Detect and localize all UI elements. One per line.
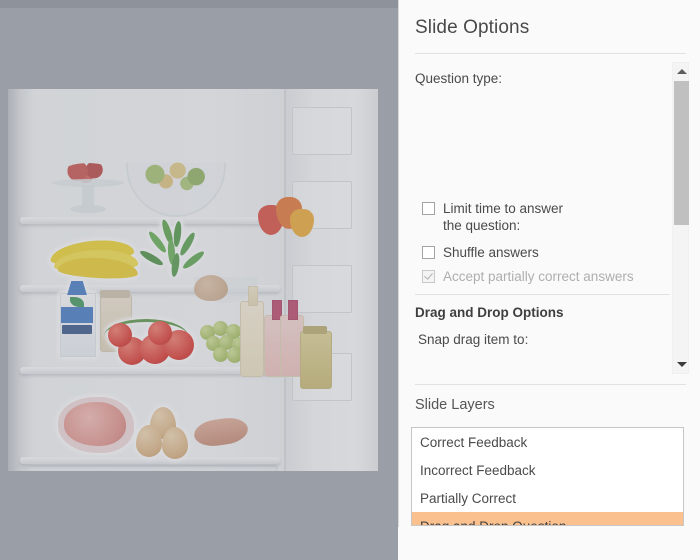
section-divider: [415, 294, 670, 295]
bottles-in-door-bin: [240, 285, 304, 377]
layer-label: Correct Feedback: [420, 434, 528, 450]
slide-layers-list[interactable]: Correct Feedback Incorrect Feedback Part…: [411, 427, 684, 526]
accept-partial-checkbox: [422, 270, 435, 283]
app-window: Slide Options Question type: Graded Feed…: [0, 0, 700, 560]
pickle-jar: [300, 326, 332, 389]
limit-time-checkbox-row[interactable]: Limit time to answer the question:: [422, 200, 572, 234]
slide-image[interactable]: [8, 89, 378, 471]
snap-drag-label-row: Snap drag item to:: [418, 332, 528, 347]
scroll-down-arrow-icon[interactable]: [673, 356, 690, 373]
list-item[interactable]: Incorrect Feedback: [412, 456, 683, 484]
drag-item-milk-carton[interactable]: [60, 281, 96, 357]
drag-item-eggs[interactable]: [136, 407, 198, 459]
accept-partial-checkbox-row: Accept partially correct answers: [422, 268, 634, 285]
snap-drag-label: Snap drag item to:: [418, 332, 529, 347]
question-type-label-row: Question type:: [415, 71, 502, 86]
fridge-shelf: [20, 457, 280, 464]
crisper-drawer: [24, 465, 278, 471]
refrigerator-photo: [8, 89, 378, 471]
list-item[interactable]: Correct Feedback: [412, 428, 683, 456]
shuffle-answers-checkbox[interactable]: [422, 246, 435, 259]
scroll-up-arrow-icon[interactable]: [673, 63, 690, 80]
panel-divider-top: [415, 53, 686, 54]
shuffle-answers-checkbox-row[interactable]: Shuffle answers: [422, 244, 539, 261]
slide-layers-title: Slide Layers: [415, 397, 495, 413]
drag-item-dill[interactable]: [138, 218, 210, 281]
question-type-label: Question type:: [415, 71, 503, 86]
options-scroll-section: Question type: Graded Feedback: By Resul…: [399, 62, 700, 374]
slide-canvas-area[interactable]: [0, 0, 398, 560]
drag-drop-section-title-row: Drag and Drop Options: [415, 305, 564, 320]
list-item[interactable]: Partially Correct: [412, 484, 683, 512]
list-item-selected[interactable]: Drag and Drop Question: [412, 512, 683, 526]
page-title: Slide Options: [415, 17, 530, 38]
options-scrollbar[interactable]: [672, 62, 689, 374]
panel-bottom-fill: [398, 527, 700, 560]
scrollbar-thumb[interactable]: [674, 81, 689, 225]
accept-partial-label: Accept partially correct answers: [443, 269, 634, 284]
drag-item-steak[interactable]: [58, 397, 134, 453]
shuffle-answers-label: Shuffle answers: [443, 245, 539, 260]
canvas-top-strip: [0, 0, 398, 8]
limit-time-checkbox[interactable]: [422, 202, 435, 215]
fridge-door: [284, 89, 378, 471]
cake-stand-with-berries: [52, 159, 124, 215]
layer-label: Incorrect Feedback: [420, 462, 536, 478]
sausage: [192, 415, 250, 449]
limit-time-label: Limit time to answer the question:: [443, 201, 564, 233]
drag-item-bananas[interactable]: [48, 236, 142, 281]
salad-bowl: [126, 159, 226, 217]
panel-divider-middle: [415, 384, 686, 385]
drag-drop-section-title: Drag and Drop Options: [415, 305, 564, 320]
door-bin: [292, 107, 352, 155]
layer-label: Partially Correct: [420, 490, 517, 506]
drag-item-tomatoes[interactable]: [96, 319, 196, 365]
peppers-in-door-bin: [258, 193, 316, 243]
layer-label: Drag and Drop Question: [420, 518, 567, 526]
